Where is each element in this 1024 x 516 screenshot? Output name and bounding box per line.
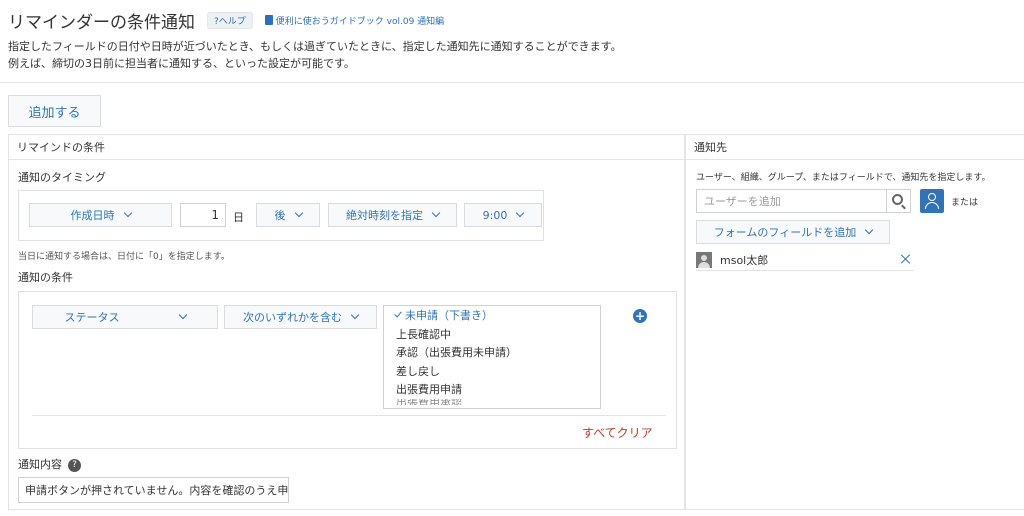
- recipients-panel: 通知先 ユーザー、組織、グループ、またはフィールドで、通知先を指定します。 ユー…: [685, 134, 1024, 510]
- page-description: 指定したフィールドの日付や日時が近づいたとき、もしくは過ぎていたときに、指定した…: [8, 38, 622, 72]
- avatar: [696, 251, 712, 268]
- timing-label: 通知のタイミング: [18, 171, 106, 184]
- days-input[interactable]: 1: [180, 203, 226, 227]
- days-unit: 日: [233, 211, 244, 224]
- status-option[interactable]: 差し戻し: [384, 362, 600, 381]
- add-condition-icon[interactable]: +: [633, 309, 647, 323]
- check-icon: [394, 309, 402, 318]
- status-option[interactable]: 上長確認中: [384, 325, 600, 344]
- recipient-row: msol太郎: [696, 249, 914, 271]
- recipients-panel-title: 通知先: [686, 135, 1024, 160]
- chevron-down-icon: [431, 208, 441, 218]
- content-label: 通知内容: [18, 458, 62, 471]
- description-line-2: 例えば、締切の3日前に担当者に通知する、といった設定が可能です。: [8, 57, 355, 70]
- condition-operator-dropdown[interactable]: 次のいずれかを含む: [224, 305, 377, 329]
- timing-note: 当日に通知する場合は、日付に「0」を指定します。: [18, 252, 230, 262]
- condition-operator-value: 次のいずれかを含む: [243, 311, 342, 324]
- timing-field-dropdown[interactable]: 作成日時: [29, 203, 172, 227]
- recipients-description: ユーザー、組織、グループ、またはフィールドで、通知先を指定します。: [696, 173, 991, 183]
- search-button[interactable]: [887, 189, 911, 213]
- direction-value: 後: [274, 209, 286, 222]
- clear-all-link[interactable]: すべてクリア: [582, 424, 653, 441]
- content-input[interactable]: 申請ボタンが押されていません。内容を確認のうえ申: [18, 477, 289, 503]
- status-option[interactable]: 承認（出張費用未申請）: [384, 343, 600, 362]
- title-row: リマインダーの条件通知 ?ヘルプ 便利に使おうガイドブック vol.09 通知編: [8, 8, 445, 33]
- user-search-input[interactable]: ユーザーを追加: [696, 189, 887, 213]
- question-icon[interactable]: ?: [68, 458, 81, 472]
- close-icon[interactable]: [900, 253, 912, 265]
- time-value: 9:00: [482, 208, 508, 222]
- chevron-down-icon: [864, 225, 874, 235]
- chevron-down-icon: [350, 310, 360, 320]
- timing-field-value: 作成日時: [70, 209, 115, 222]
- chevron-down-icon: [123, 208, 132, 218]
- chevron-down-icon: [178, 310, 187, 320]
- or-label: または: [951, 198, 979, 208]
- conditions-panel: リマインドの条件 通知のタイミング 作成日時 1 日 後 絶対時刻を指定 9:0…: [8, 134, 685, 510]
- guide-link-label: 便利に使おうガイドブック vol.09 通知編: [275, 16, 445, 27]
- time-dropdown[interactable]: 9:00: [464, 203, 542, 227]
- condition-field-dropdown[interactable]: ステータス: [32, 305, 218, 329]
- add-form-field-label: フォームのフィールドを追加: [713, 226, 857, 239]
- status-option-label: 未申請（下書き）: [405, 309, 493, 323]
- condition-divider: [32, 415, 666, 416]
- add-form-field-dropdown[interactable]: フォームのフィールドを追加: [696, 220, 890, 244]
- direction-dropdown[interactable]: 後: [256, 203, 320, 227]
- status-option[interactable]: 出張費用承認: [384, 399, 600, 405]
- condition-label: 通知の条件: [18, 271, 73, 284]
- conditions-panel-title: リマインドの条件: [9, 135, 684, 160]
- search-icon: [891, 194, 903, 205]
- status-option[interactable]: 未申請（下書き）: [384, 306, 600, 325]
- content-label-row: 通知内容?: [18, 456, 81, 472]
- user-icon: [928, 193, 936, 201]
- time-mode-dropdown[interactable]: 絶対時刻を指定: [328, 203, 457, 227]
- recipient-name: msol太郎: [720, 253, 769, 267]
- status-options-list[interactable]: 未申請（下書き） 上長確認中 承認（出張費用未申請） 差し戻し 出張費用申請 出…: [383, 305, 601, 409]
- add-button[interactable]: 追加する: [8, 95, 101, 127]
- condition-box: ステータス 次のいずれかを含む 未申請（下書き） 上長確認中 承認（出張費用未申…: [18, 291, 677, 449]
- description-line-1: 指定したフィールドの日付や日時が近づいたとき、もしくは過ぎていたときに、指定した…: [8, 40, 622, 53]
- chevron-down-icon: [294, 208, 303, 218]
- timing-box: 作成日時 1 日 後 絶対時刻を指定 9:00: [18, 190, 544, 241]
- help-link[interactable]: ?ヘルプ: [207, 11, 253, 29]
- status-option[interactable]: 出張費用申請: [384, 380, 600, 399]
- user-picker-button[interactable]: [920, 189, 944, 213]
- book-icon: [264, 15, 273, 25]
- guide-link[interactable]: 便利に使おうガイドブック vol.09 通知編: [264, 14, 445, 27]
- condition-field-value: ステータス: [64, 311, 120, 324]
- user-icon-body: [925, 202, 939, 209]
- page-title: リマインダーの条件通知: [8, 12, 195, 33]
- time-mode-value: 絶対時刻を指定: [346, 209, 423, 222]
- header-divider: [0, 82, 1024, 83]
- chevron-down-icon: [516, 208, 525, 218]
